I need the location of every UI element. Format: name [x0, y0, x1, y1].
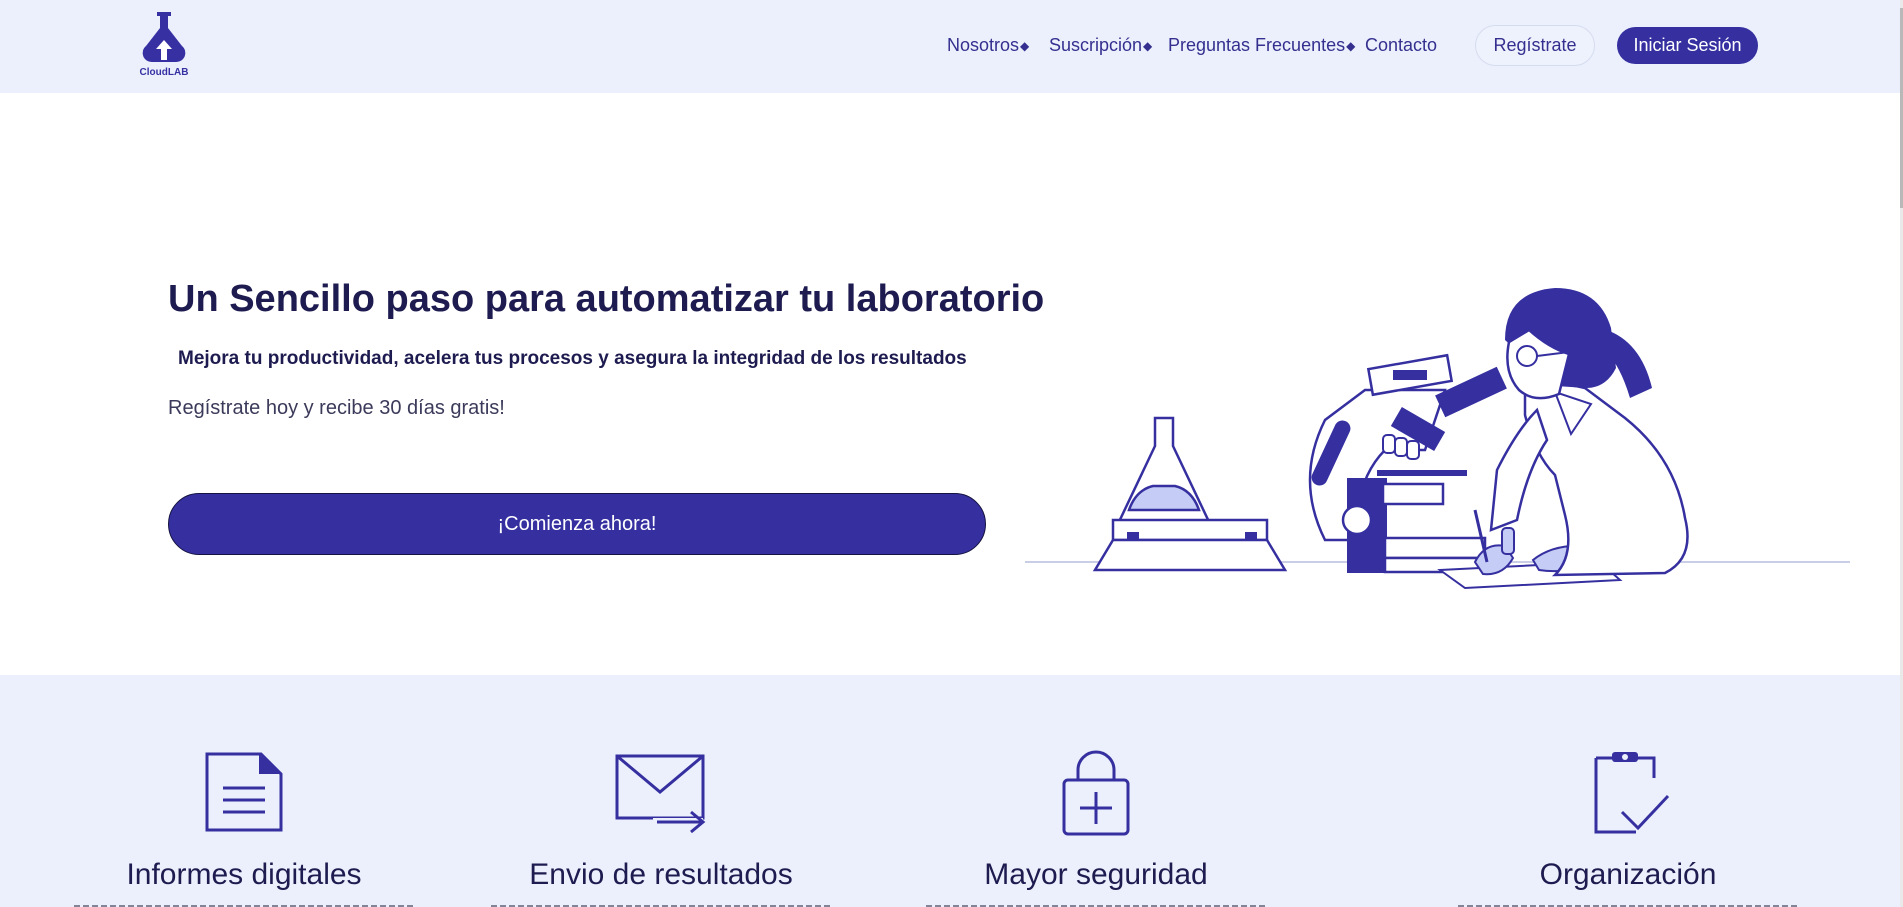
feature-description	[1428, 901, 1828, 907]
feature-title: Organización	[1539, 858, 1717, 891]
nav-label: Preguntas Frecuentes	[1168, 35, 1346, 55]
feature-description	[461, 901, 861, 907]
feature-title: Informes digitales	[126, 858, 362, 891]
mail-send-icon	[615, 754, 706, 834]
login-button[interactable]: Iniciar Sesión	[1617, 27, 1758, 64]
nav-label: Contacto	[1365, 35, 1438, 55]
nav-item-nosotros[interactable]: Nosotros ◆	[947, 35, 1029, 56]
nav-item-suscripcion[interactable]: Suscripción ◆	[1049, 35, 1152, 56]
nav-item-preguntas-frecuentes[interactable]: Preguntas Frecuentes ◆	[1168, 35, 1355, 56]
feature-title: Envio de resultados	[529, 858, 793, 891]
lock-plus-icon	[1062, 750, 1130, 836]
hero-subtitle: Mejora tu productividad, acelera tus pro…	[178, 348, 967, 369]
logo[interactable]: CloudLAB	[136, 10, 192, 80]
nav-label: Nosotros	[947, 35, 1020, 55]
header: CloudLAB Nosotros ◆ Suscripción ◆ Pregunta…	[0, 0, 1900, 93]
feature-title: Mayor seguridad	[984, 858, 1208, 891]
hero-text: Regístrate hoy y recibe 30 días gratis!	[168, 397, 505, 419]
clipboard-check-icon	[1594, 752, 1670, 834]
nav-label: Suscripción	[1049, 35, 1143, 55]
logo-text: CloudLAB	[139, 67, 189, 78]
features-section: Informes digitales Envio de resultados M…	[0, 675, 1900, 907]
document-icon	[205, 752, 283, 832]
feature-description	[896, 901, 1296, 907]
chevron-down-icon: ◆	[1020, 38, 1030, 53]
start-now-button[interactable]: ¡Comienza ahora!	[168, 493, 986, 555]
scientist-microscope-illustration	[1025, 270, 1855, 600]
chevron-down-icon: ◆	[1143, 38, 1153, 53]
nav-item-contacto[interactable]: Contacto	[1365, 35, 1437, 56]
chevron-down-icon: ◆	[1346, 38, 1356, 53]
register-button[interactable]: Regístrate	[1475, 25, 1595, 66]
flask-upload-icon	[142, 12, 186, 63]
hero-title: Un Sencillo paso para automatizar tu lab…	[168, 278, 1045, 320]
feature-description	[44, 901, 444, 907]
